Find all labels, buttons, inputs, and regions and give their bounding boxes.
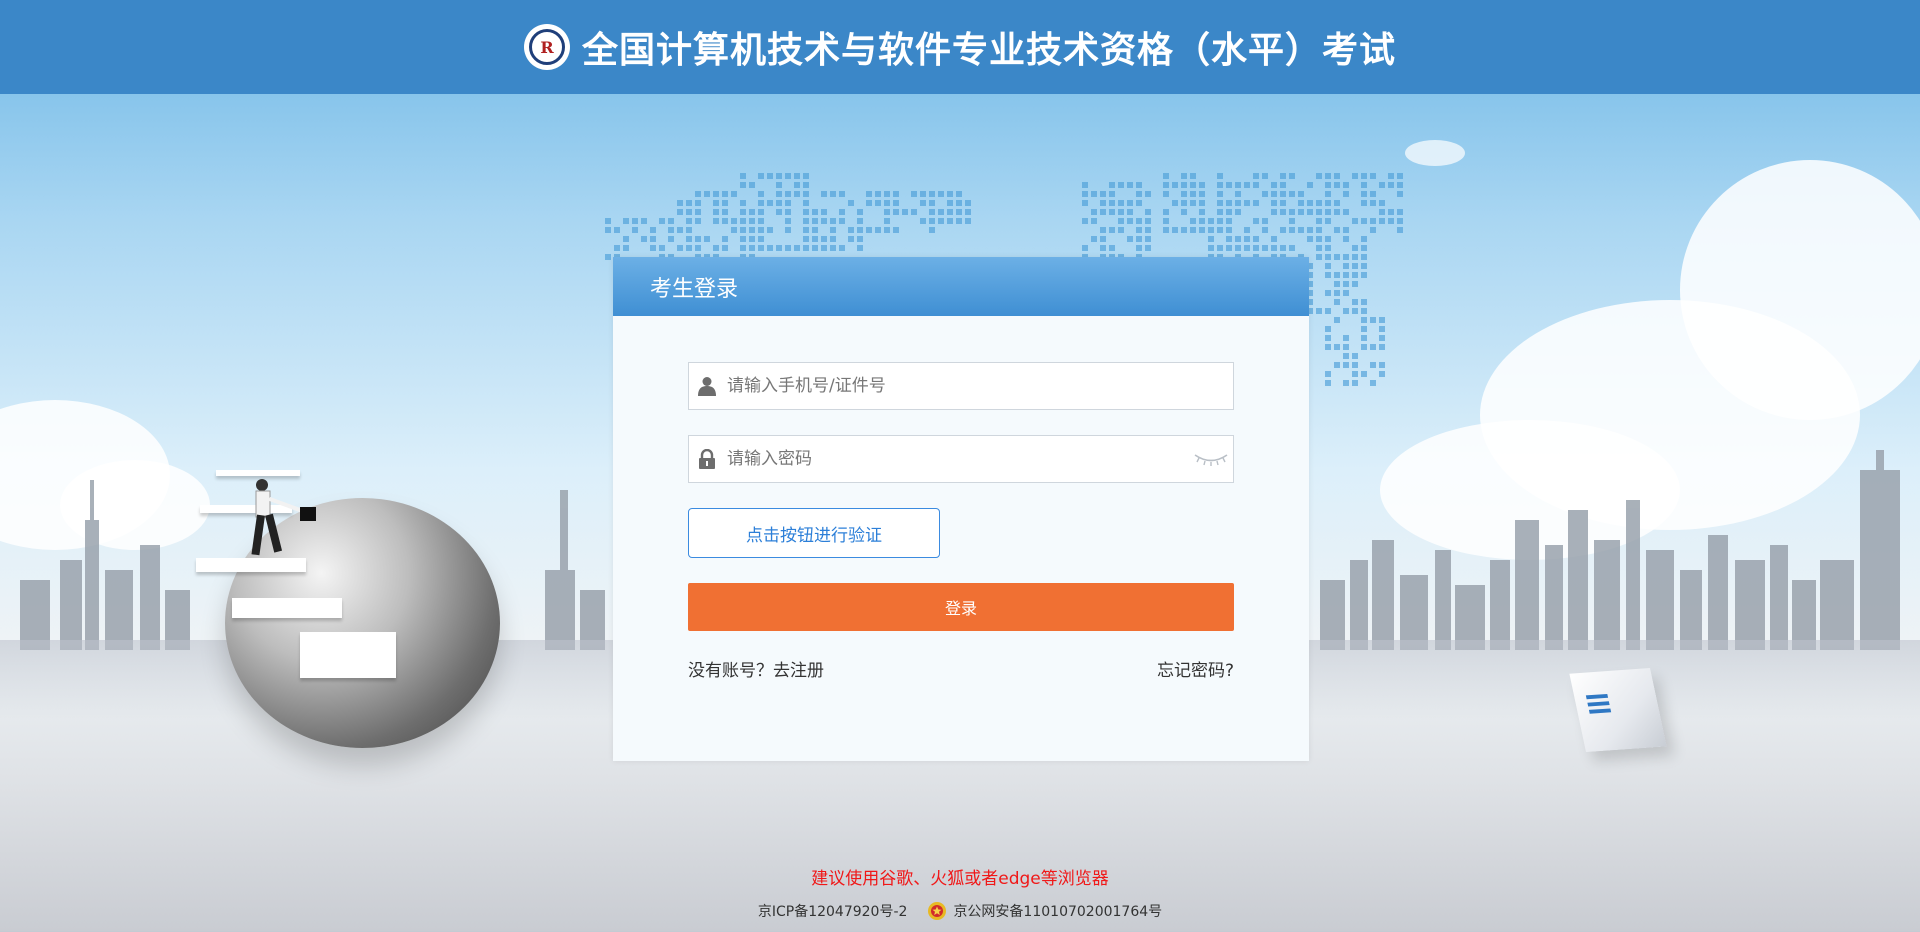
password-field[interactable] (688, 435, 1234, 483)
cube-logo-icon: ≡ (1579, 682, 1617, 724)
cube-decoration: ≡ (1569, 668, 1667, 752)
login-card: 考生登录 点击按钮进行验证 登录 没有账号？去注 (613, 257, 1309, 761)
account-field[interactable] (688, 362, 1234, 410)
lock-icon (689, 449, 725, 469)
police-badge-icon (928, 902, 947, 920)
stair-step (232, 598, 342, 618)
register-link[interactable]: 没有账号？去注册 (688, 656, 824, 681)
auth-links: 没有账号？去注册 忘记密码? (688, 656, 1234, 681)
logo-mark: R (528, 29, 565, 65)
police-record-link[interactable]: 京公网安备11010702001764号 (953, 901, 1162, 921)
captcha-verify-button[interactable]: 点击按钮进行验证 (688, 508, 940, 558)
icp-record-link[interactable]: 京ICP备12047920号-2 (758, 901, 908, 921)
password-input[interactable] (725, 438, 1189, 480)
site-title: 全国计算机技术与软件专业技术资格（水平）考试 (581, 30, 1396, 71)
account-input[interactable] (725, 365, 1233, 407)
forgot-password-link[interactable]: 忘记密码? (1157, 656, 1234, 681)
eye-closed-icon[interactable] (1189, 439, 1233, 479)
login-title: 考生登录 (650, 276, 739, 302)
login-button[interactable]: 登录 (688, 583, 1234, 631)
stair-step (300, 632, 396, 678)
footer: 京ICP备12047920号-2 京公网安备11010702001764号 (0, 901, 1920, 921)
browser-notice: 建议使用谷歌、火狐或者edge等浏览器 (811, 869, 1109, 889)
climbing-man-figure (251, 479, 316, 556)
cloud-decoration (1405, 140, 1465, 166)
exam-logo-icon: R (523, 24, 570, 70)
top-header: R 全国计算机技术与软件专业技术资格（水平）考试 (0, 0, 1920, 94)
user-icon (689, 376, 725, 396)
login-card-header: 考生登录 (613, 257, 1309, 316)
